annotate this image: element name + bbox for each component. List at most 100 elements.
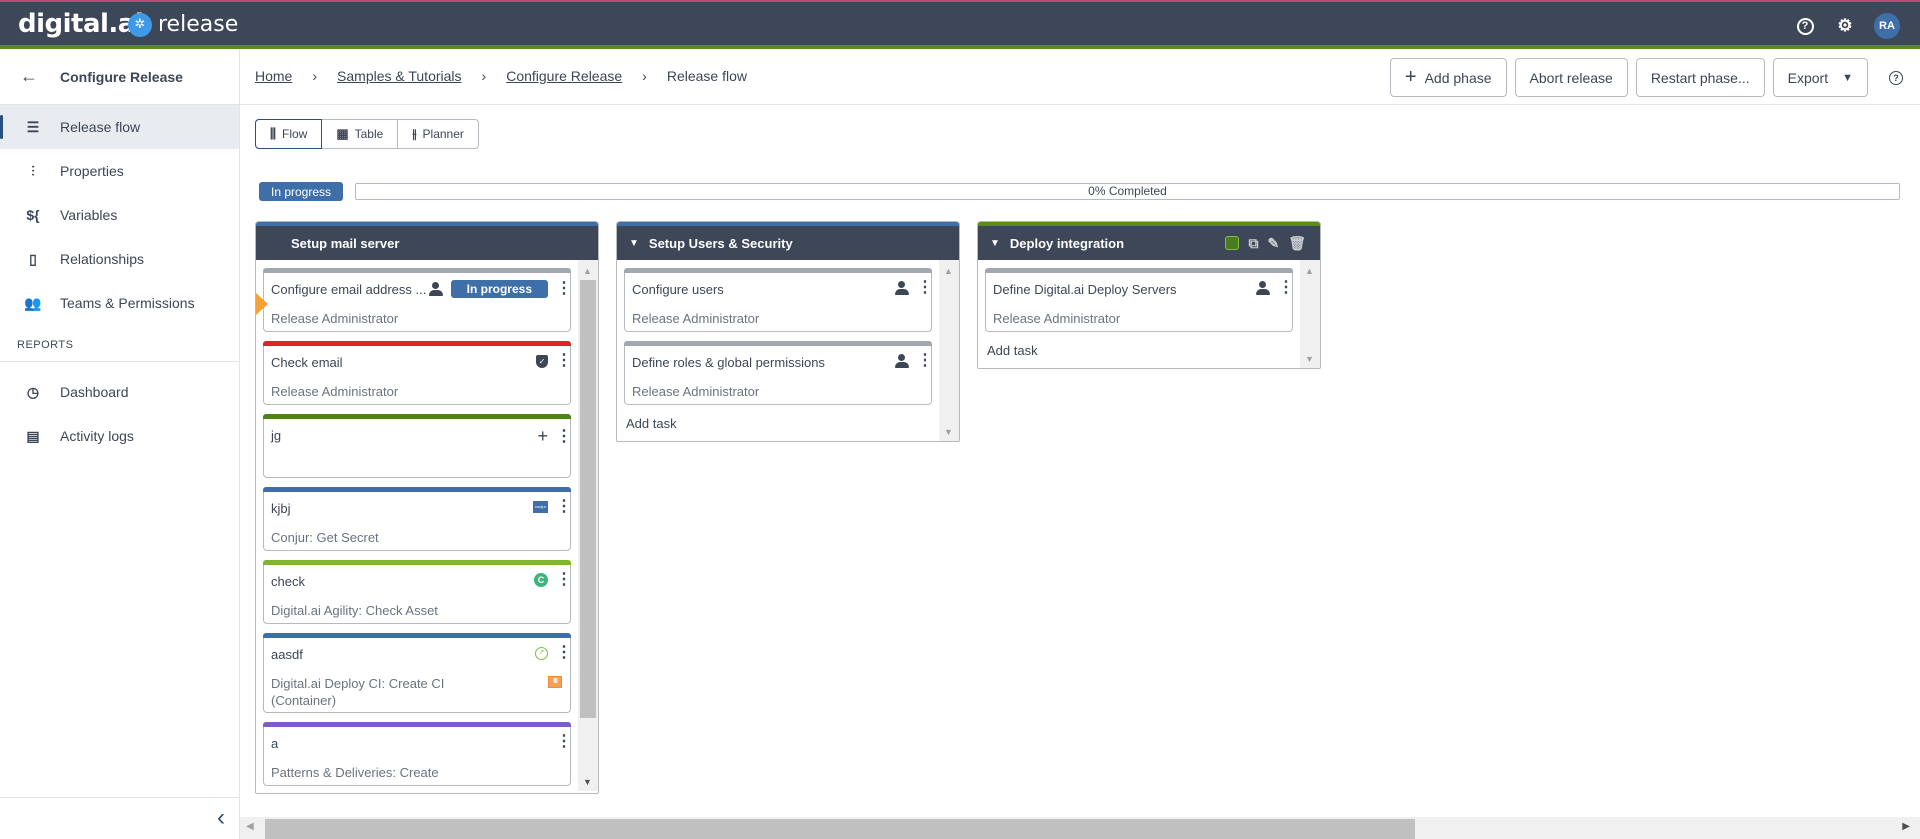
scroll-down-icon[interactable]: ▼ <box>1305 354 1314 364</box>
task-card[interactable]: Check email Release Administrator ✓ ⋮ <box>263 341 572 405</box>
phase-scrollbar[interactable]: ▲ ▼ <box>1300 260 1320 368</box>
task-color-bar <box>263 341 571 346</box>
scroll-right-icon[interactable]: ▶ <box>1902 821 1910 832</box>
export-dropdown[interactable]: Export ▼ <box>1772 58 1868 97</box>
abort-release-button[interactable]: Abort release <box>1514 58 1628 97</box>
breadcrumb-samples-tutorials[interactable]: Samples & Tutorials <box>337 68 462 84</box>
page-header: Home › Samples & Tutorials › Configure R… <box>240 49 1920 105</box>
phase-header[interactable]: ▼ Deploy integration ⧉ ✎ 🗑 <box>978 222 1320 260</box>
task-card[interactable]: Configure users Release Administrator ⋮ <box>624 268 933 332</box>
task-card[interactable]: Define Digital.ai Deploy Servers Release… <box>985 268 1294 332</box>
task-card[interactable]: kjbj Conjur: Get Secret conjur ⋮ <box>263 487 572 551</box>
phase-header[interactable]: ▼ Setup Users & Security <box>617 222 959 260</box>
top-bar: digital.ai ✲ release ? ⚙ RA <box>0 0 1920 48</box>
add-task-button[interactable]: Add task <box>624 414 932 441</box>
scroll-up-icon[interactable]: ▲ <box>944 266 953 276</box>
horizontal-scrollbar[interactable]: ◀ ▶ <box>240 817 1920 839</box>
phase-scrollbar[interactable]: ▲ ▼ <box>939 260 959 441</box>
scroll-up-icon[interactable]: ▲ <box>583 266 592 276</box>
task-type: Digital.ai Deploy CI: Create CI (Contain… <box>271 676 445 708</box>
duplicate-icon[interactable]: ⧉ <box>1248 235 1258 252</box>
phase-scrollbar[interactable]: ▲ ▼ <box>578 260 598 791</box>
more-options-icon[interactable]: ⋮ <box>556 428 572 445</box>
release-progress-bar: 0% Completed <box>355 183 1900 200</box>
current-task-marker <box>256 293 268 315</box>
scroll-down-icon[interactable]: ▼ <box>583 777 592 787</box>
tab-planner[interactable]: ⫲ Planner <box>398 120 478 148</box>
tab-label: Table <box>354 127 384 141</box>
tab-flow[interactable]: ⫼ Flow <box>255 119 323 149</box>
task-title: check <box>271 574 305 589</box>
task-title: Define roles & global permissions <box>632 355 825 370</box>
task-card[interactable]: Configure email address ... Release Admi… <box>256 268 572 332</box>
more-options-icon[interactable]: ⋮ <box>917 280 933 296</box>
more-options-icon[interactable]: ⋮ <box>1278 280 1294 296</box>
task-card[interactable]: a Patterns & Deliveries: Create ⋮ <box>263 722 572 786</box>
release-product-logo[interactable]: ✲ release <box>128 12 238 37</box>
task-card[interactable]: Define roles & global permissions Releas… <box>624 341 933 405</box>
page-help-button[interactable]: ? <box>1884 66 1908 90</box>
tab-table[interactable]: ▦ Table <box>322 120 399 148</box>
more-options-icon[interactable]: ⋮ <box>556 353 572 369</box>
sidebar-item-release-flow[interactable]: ☰ Release flow <box>0 105 239 149</box>
scroll-left-icon[interactable]: ◀ <box>246 821 254 832</box>
phase-header[interactable]: Setup mail server <box>256 222 598 260</box>
more-options-icon[interactable]: ⋮ <box>917 353 933 369</box>
button-label: Restart phase... <box>1650 69 1750 86</box>
task-card[interactable]: jg + ⋮ <box>263 414 572 478</box>
breadcrumb-home[interactable]: Home <box>255 68 292 84</box>
task-title: Define Digital.ai Deploy Servers <box>993 282 1177 297</box>
more-options-icon[interactable]: ⋮ <box>556 572 572 588</box>
collapse-triangle-icon[interactable]: ▼ <box>990 238 1000 249</box>
scrollbar-thumb[interactable] <box>580 280 596 718</box>
view-switcher: ⫼ Flow ▦ Table ⫲ Planner <box>255 119 479 149</box>
release-logo-icon: ✲ <box>128 12 152 37</box>
document-icon: ▯ <box>29 250 37 267</box>
scroll-down-icon[interactable]: ▼ <box>944 427 953 437</box>
task-color-bar <box>263 414 571 419</box>
task-card[interactable]: check Digital.ai Agility: Check Asset C … <box>263 560 572 624</box>
task-title: kjbj <box>271 501 291 516</box>
add-phase-button[interactable]: + Add phase <box>1389 58 1507 97</box>
task-title: jg <box>271 428 282 443</box>
sidebar-item-teams-permissions[interactable]: 👥 Teams & Permissions <box>0 281 239 325</box>
sidebar-item-relationships[interactable]: ▯ Relationships <box>0 237 239 281</box>
sidebar-item-label: Relationships <box>60 251 145 267</box>
arrow-left-icon: ← <box>20 66 38 86</box>
user-avatar[interactable]: RA <box>1874 13 1900 39</box>
activity-log-icon: ▤ <box>26 427 40 444</box>
back-to-release[interactable]: ← Configure Release <box>0 49 239 105</box>
add-task-button[interactable]: Add task <box>985 341 1293 368</box>
caret-down-icon: ▼ <box>1842 71 1853 84</box>
settings-button[interactable]: ⚙ <box>1834 15 1856 37</box>
task-color-bar <box>985 268 1293 273</box>
button-label: Abort release <box>1529 69 1613 86</box>
release-flow-icon: ☰ <box>26 118 40 135</box>
task-assignee: Release Administrator <box>271 311 399 326</box>
more-options-icon[interactable]: ⋮ <box>556 734 572 750</box>
sidebar-item-activity-logs[interactable]: ▤ Activity logs <box>0 414 239 458</box>
collapse-sidebar-button[interactable]: ‹ <box>0 797 239 839</box>
scrollbar-thumb[interactable] <box>265 819 1415 839</box>
digitalai-logo[interactable]: digital.ai <box>18 9 144 39</box>
trash-icon[interactable]: 🗑 <box>1288 235 1306 252</box>
more-options-icon[interactable]: ⋮ <box>556 499 572 515</box>
more-options-icon[interactable]: ⋮ <box>556 281 572 297</box>
more-options-icon[interactable]: ⋮ <box>556 645 572 661</box>
collapse-triangle-icon[interactable]: ▼ <box>629 238 639 249</box>
edit-pencil-icon[interactable]: ✎ <box>1267 235 1279 252</box>
sidebar-item-dashboard[interactable]: ◷ Dashboard <box>0 370 239 414</box>
task-assignee: Release Administrator <box>632 311 760 326</box>
scroll-up-icon[interactable]: ▲ <box>1305 266 1314 276</box>
sidebar-item-variables[interactable]: ${ Variables <box>0 193 239 237</box>
breadcrumb-configure-release[interactable]: Configure Release <box>506 68 622 84</box>
task-assignee: Release Administrator <box>632 384 760 399</box>
restart-phase-button[interactable]: Restart phase... <box>1635 58 1765 97</box>
plus-icon: + <box>1404 66 1417 88</box>
sidebar-item-properties[interactable]: ⫶ Properties <box>0 149 239 193</box>
dashboard-icon: ◷ <box>26 383 40 400</box>
task-card[interactable]: aasdf Digital.ai Deploy CI: Create CI (C… <box>263 633 572 713</box>
phase-color-swatch[interactable] <box>1225 236 1240 250</box>
task-type: Conjur: Get Secret <box>271 530 379 545</box>
help-button[interactable]: ? <box>1794 15 1816 37</box>
